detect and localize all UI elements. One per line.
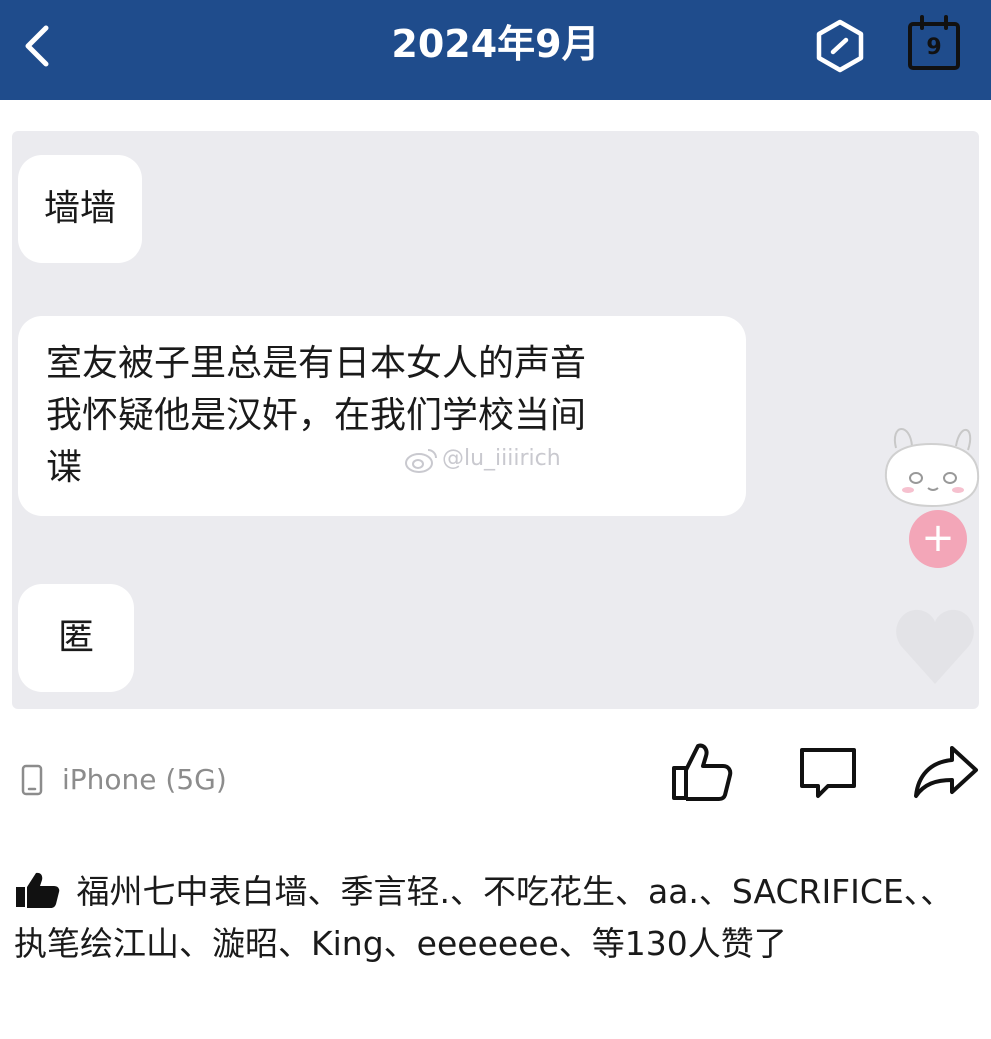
like-button[interactable] (668, 738, 734, 804)
share-icon (914, 746, 978, 798)
calendar-button[interactable]: 9 (904, 14, 964, 72)
message-line: 我怀疑他是汉奸，在我们学校当间 (46, 395, 587, 436)
hexagon-slash-icon (816, 19, 864, 73)
comment-icon (800, 748, 856, 798)
message-text: 匿 (58, 617, 95, 658)
like-icon (672, 743, 733, 801)
likes-text: 福州七中表白墙、季言轻.、不吃花生、aa.、SACRIFICE、、执笔绘江山、漩… (14, 872, 954, 963)
bunny-sticker-icon (884, 428, 980, 508)
message-bubble-2: 室友被子里总是有日本女人的声音 我怀疑他是汉奸，在我们学校当间 谍 (18, 316, 746, 516)
message-line: 谍 (46, 447, 83, 488)
device-label: iPhone (5G) (62, 763, 227, 796)
hexagon-action-button[interactable] (812, 18, 868, 74)
comment-button[interactable] (796, 744, 860, 802)
calendar-day-number: 9 (926, 35, 942, 60)
watermark-text: @lu_iiiirich (442, 446, 561, 471)
message-bubble-1: 墙墙 (18, 155, 143, 263)
thumbs-up-icon (16, 872, 60, 908)
message-bubble-3: 匿 (18, 584, 135, 692)
phone-icon (21, 764, 43, 796)
add-button[interactable]: + (909, 510, 967, 568)
share-button[interactable] (912, 740, 980, 802)
likes-summary: 福州七中表白墙、季言轻.、不吃花生、aa.、SACRIFICE、、执笔绘江山、漩… (14, 866, 974, 970)
message-text: 墙墙 (44, 188, 117, 229)
message-line: 室友被子里总是有日本女人的声音 (46, 343, 587, 384)
heart-icon (896, 609, 974, 684)
top-bar: 2024年9月 9 (0, 0, 991, 100)
weibo-icon (405, 449, 437, 473)
